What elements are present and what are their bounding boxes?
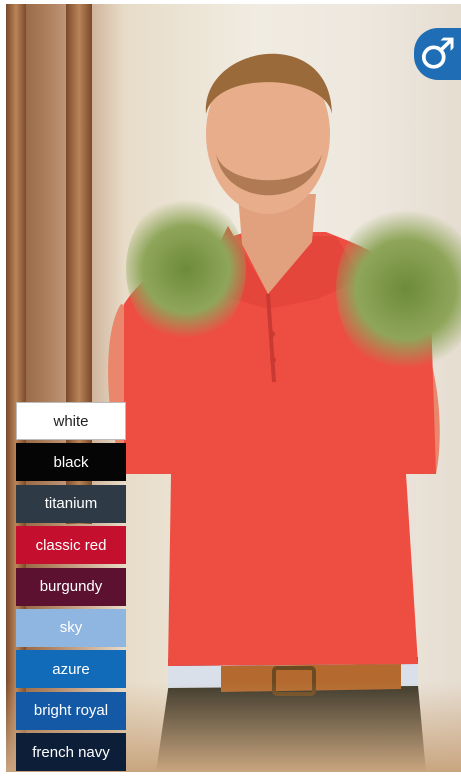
color-swatch-azure[interactable]: azure: [16, 650, 126, 689]
color-swatch-bright-royal[interactable]: bright royal: [16, 691, 126, 730]
color-swatch-black[interactable]: black: [16, 443, 126, 482]
color-swatch-burgundy[interactable]: burgundy: [16, 567, 126, 606]
color-swatch-white[interactable]: white: [16, 402, 126, 440]
male-icon: ♂: [414, 28, 461, 80]
color-swatch-french-navy[interactable]: french navy: [16, 733, 126, 772]
color-swatch-list: white black titanium classic red burgund…: [16, 402, 126, 775]
color-swatch-titanium[interactable]: titanium: [16, 484, 126, 523]
color-swatch-sky[interactable]: sky: [16, 608, 126, 647]
color-swatch-classic-red[interactable]: classic red: [16, 526, 126, 565]
product-image-card: ♂ white black titanium classic red burgu…: [0, 0, 461, 776]
